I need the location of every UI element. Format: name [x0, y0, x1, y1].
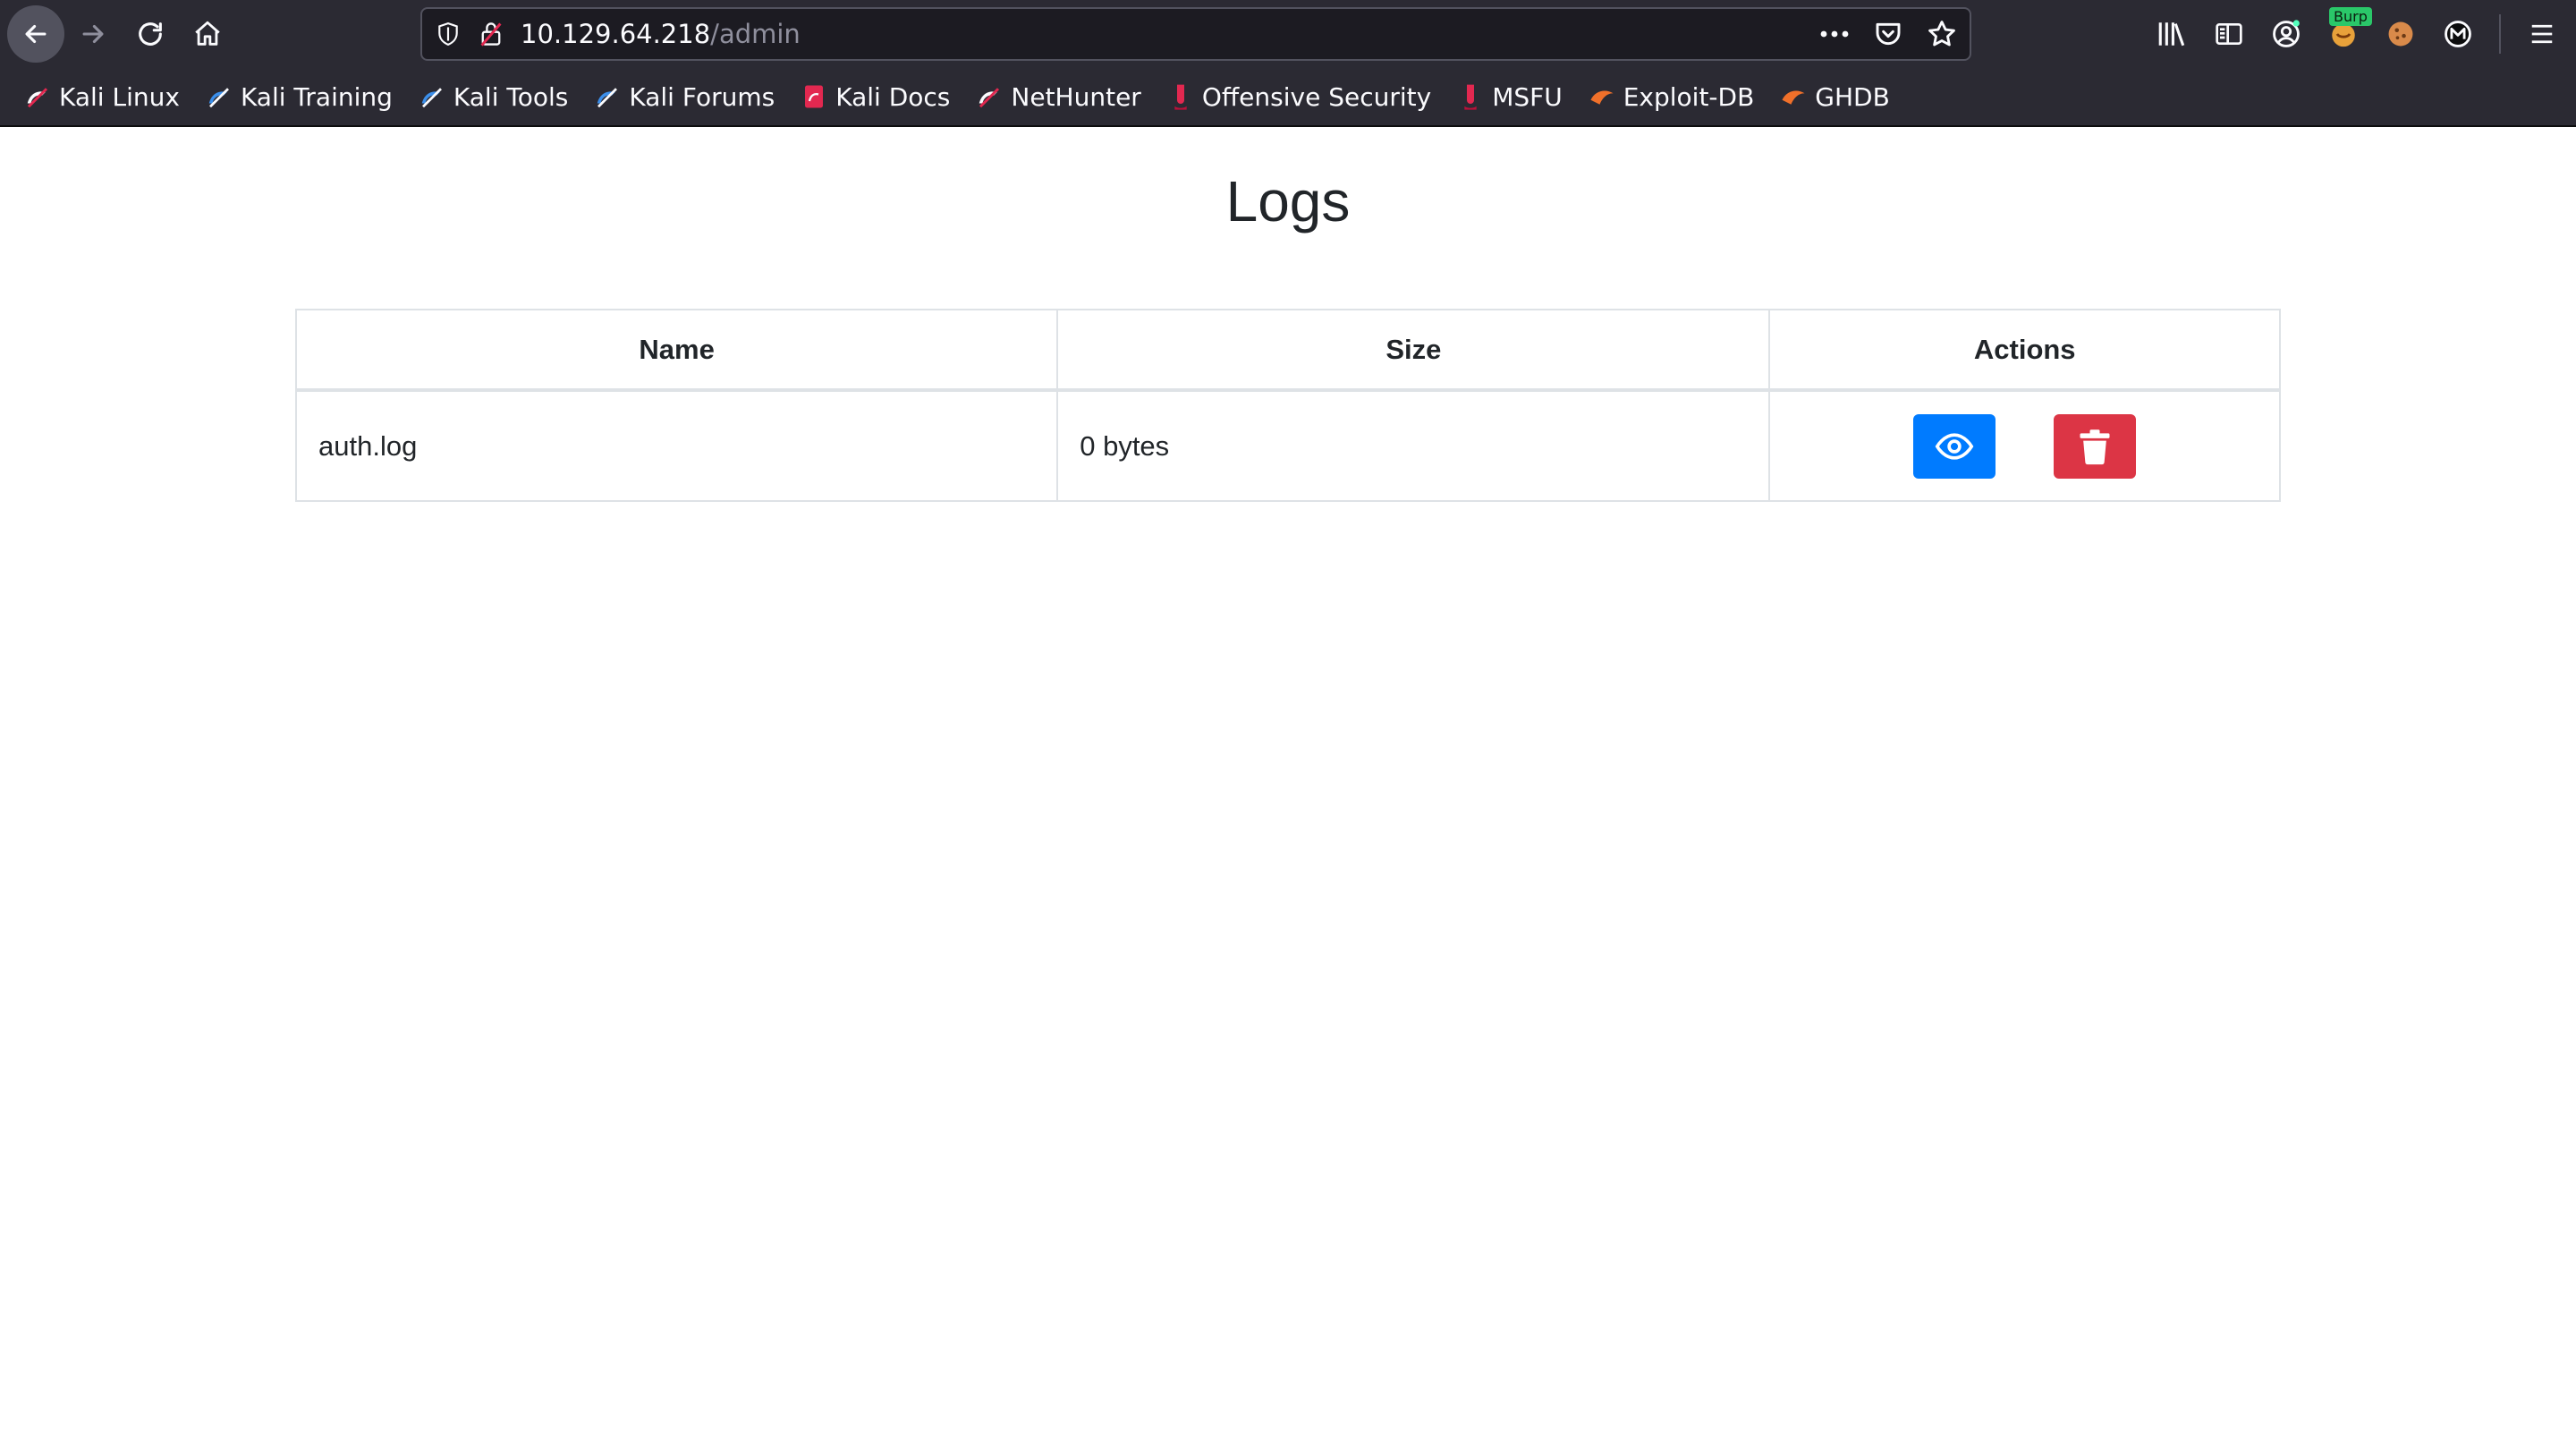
msfu-icon [1456, 82, 1485, 111]
exploit-db-icon [1588, 82, 1616, 111]
eye-icon [1936, 432, 1974, 460]
bookmark-label: GHDB [1815, 81, 1890, 112]
bookmark-label: Kali Linux [59, 81, 180, 112]
bookmark-label: NetHunter [1011, 81, 1141, 112]
url-text[interactable]: 10.129.64.218/admin [521, 19, 801, 49]
page-title: Logs [1225, 169, 1351, 234]
bookmark-label: Kali Training [240, 81, 393, 112]
account-icon[interactable] [2270, 18, 2302, 50]
burp-extension-icon[interactable]: Burp [2327, 7, 2372, 50]
log-actions-cell [1768, 389, 2281, 502]
url-path: /admin [710, 19, 801, 49]
column-header-name: Name [294, 309, 1059, 392]
cookie-extension-icon[interactable] [2385, 18, 2417, 50]
bookmark-label: Kali Docs [835, 81, 951, 112]
bookmarks-toolbar: Kali Linux Kali Training Kali Tools Kali… [0, 68, 2576, 127]
logs-table: Name Size Actions auth.log 0 bytes [294, 309, 2281, 502]
bookmark-kali-training[interactable]: Kali Training [198, 77, 400, 117]
bookmark-label: Kali Tools [453, 81, 569, 112]
bookmark-exploit-db[interactable]: Exploit-DB [1580, 77, 1762, 117]
menu-hamburger-icon[interactable] [2526, 18, 2558, 50]
sidebar-icon[interactable] [2213, 18, 2245, 50]
back-button[interactable] [7, 5, 64, 63]
kali-training-icon [205, 82, 233, 111]
log-name-cell: auth.log [294, 389, 1059, 502]
bookmark-label: Exploit-DB [1623, 81, 1755, 112]
bookmark-label: Kali Forums [629, 81, 775, 112]
kali-docs-icon [800, 82, 828, 111]
reload-button[interactable] [122, 5, 179, 63]
bookmark-kali-docs[interactable]: Kali Docs [792, 77, 957, 117]
url-bar[interactable]: 10.129.64.218/admin [420, 7, 1971, 61]
nethunter-icon [975, 82, 1004, 111]
ghdb-icon [1779, 82, 1808, 111]
pocket-icon[interactable] [1873, 19, 1903, 49]
column-header-size: Size [1056, 309, 1771, 392]
arrow-right-icon [82, 24, 104, 44]
url-host: 10.129.64.218 [521, 19, 711, 49]
table-header-row: Name Size Actions [294, 309, 2281, 392]
table-row: auth.log 0 bytes [294, 389, 2281, 502]
kali-tools-icon [418, 82, 446, 111]
column-header-actions: Actions [1768, 309, 2281, 392]
burp-badge: Burp [2329, 7, 2372, 26]
home-icon [195, 21, 220, 46]
reload-icon [139, 22, 162, 46]
trash-icon [2080, 429, 2110, 464]
bookmark-nethunter[interactable]: NetHunter [968, 77, 1148, 117]
bookmark-label: Offensive Security [1201, 81, 1432, 112]
kali-forums-icon [593, 82, 622, 111]
shield-icon[interactable] [435, 21, 462, 47]
kali-dragon-icon [23, 82, 52, 111]
library-icon[interactable] [2156, 18, 2188, 50]
bookmark-kali-forums[interactable]: Kali Forums [586, 77, 782, 117]
bookmark-kali-tools[interactable]: Kali Tools [411, 77, 575, 117]
home-button[interactable] [179, 5, 236, 63]
bookmark-kali-linux[interactable]: Kali Linux [16, 77, 187, 117]
extension-badge-icon[interactable] [2442, 18, 2474, 50]
more-actions-icon[interactable] [1819, 19, 1850, 49]
insecure-lock-icon[interactable] [478, 21, 504, 47]
delete-log-button[interactable] [2054, 413, 2137, 479]
offsec-icon [1166, 82, 1195, 111]
bookmark-offensive-security[interactable]: Offensive Security [1159, 77, 1438, 117]
bookmark-msfu[interactable]: MSFU [1449, 77, 1570, 117]
bookmark-ghdb[interactable]: GHDB [1772, 77, 1897, 117]
forward-button[interactable] [64, 5, 122, 63]
bookmark-star-icon[interactable] [1927, 19, 1957, 49]
log-size-cell: 0 bytes [1056, 389, 1771, 502]
arrow-left-icon [25, 24, 47, 44]
view-log-button[interactable] [1913, 413, 1996, 479]
browser-toolbar: 10.129.64.218/admin Burp [0, 0, 2576, 68]
toolbar-separator [2499, 14, 2501, 54]
bookmark-label: MSFU [1492, 81, 1563, 112]
